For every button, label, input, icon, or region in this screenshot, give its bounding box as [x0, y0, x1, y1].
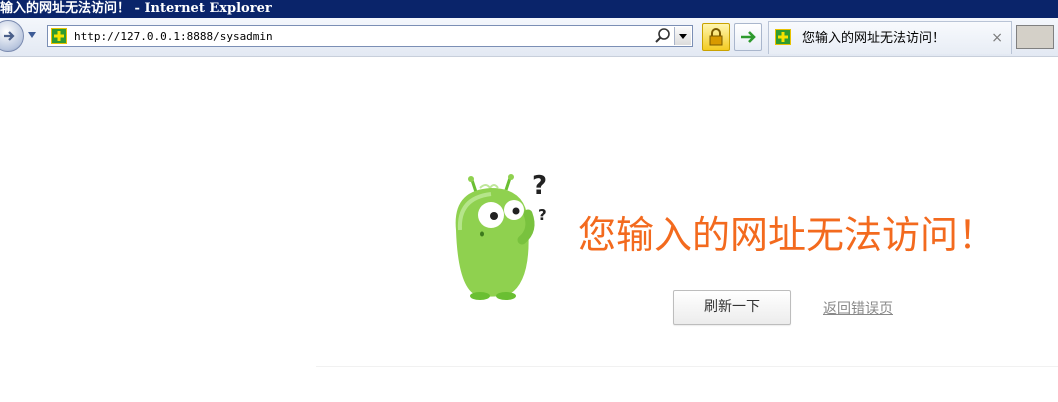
address-bar[interactable]: http://127.0.0.1:8888/sysadmin [47, 25, 693, 47]
search-icon[interactable] [654, 27, 672, 45]
back-icon [4, 31, 15, 41]
divider [316, 366, 1058, 367]
tab-label: 您输入的网址无法访问！ [802, 31, 946, 46]
dropdown-icon[interactable] [27, 31, 37, 39]
svg-text:?: ? [532, 171, 547, 201]
url-text[interactable]: http://127.0.0.1:8888/sysadmin [74, 26, 273, 46]
tab-close-icon[interactable]: × [991, 22, 1003, 54]
refresh-button[interactable]: 刷新一下 [673, 290, 791, 325]
browser-toolbar: http://127.0.0.1:8888/sysadmin 您输入的网址无法访… [0, 18, 1058, 57]
address-dropdown-button[interactable] [674, 27, 691, 45]
go-arrow-icon [741, 31, 756, 43]
lock-button[interactable] [702, 23, 730, 51]
site-icon [51, 28, 67, 44]
browser-tab[interactable]: 您输入的网址无法访问！ × [768, 21, 1012, 54]
error-title: 您输入的网址无法访问！ [578, 213, 997, 257]
site-icon [775, 29, 791, 45]
back-to-error-link[interactable]: 返回错误页 [823, 298, 893, 318]
chevron-down-icon [679, 34, 687, 39]
confused-mascot-icon: ? ? [455, 171, 547, 300]
lock-icon [709, 28, 723, 46]
back-button[interactable] [0, 20, 24, 52]
window-title: 输入的网址无法访问！ - Internet Explorer [0, 1, 272, 16]
go-button[interactable] [734, 23, 762, 51]
svg-text:?: ? [538, 206, 547, 224]
window-title-bar: 输入的网址无法访问！ - Internet Explorer [0, 0, 1058, 18]
new-tab-button[interactable] [1016, 25, 1054, 49]
